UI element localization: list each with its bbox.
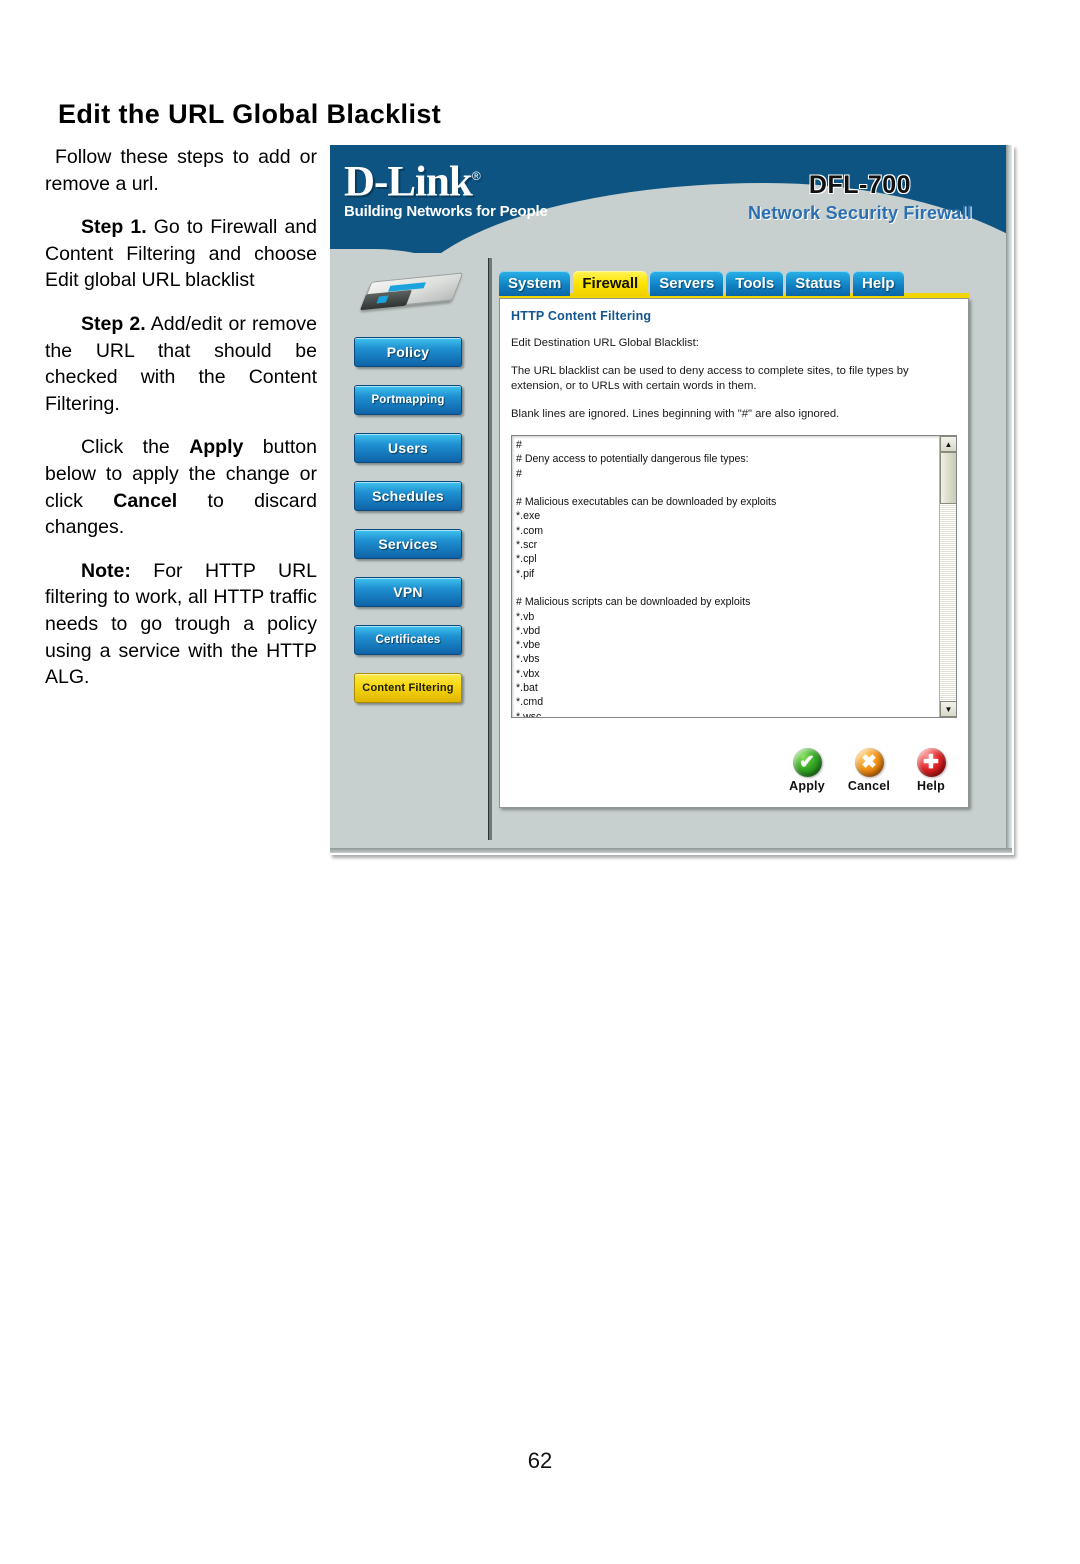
check-circle-icon: ✔ [792,748,822,777]
content-area: HTTP Content Filtering Edit Destination … [499,298,969,808]
tab-label: System [508,275,562,292]
model-number: DFL-700 [808,171,912,199]
content-panel: System Firewall Servers Tools Status Hel… [493,258,996,840]
sidebar-divider [488,258,492,840]
tab-label: Servers [659,275,715,292]
device-ui-screenshot: D-Link® Building Networks for People DFL… [330,145,1012,853]
section-hint: Blank lines are ignored. Lines beginning… [511,408,840,420]
sidebar-label: Certificates [375,634,441,646]
page-number: 62 [527,1448,553,1473]
instructions-column: Follow these steps to add or remove a ur… [45,144,317,691]
tab-bar: System Firewall Servers Tools Status Hel… [499,268,907,296]
apply-button-label: Apply [789,779,825,793]
click-pre-text: Click the [81,436,190,459]
plus-circle-icon: ✚ [916,748,946,777]
tab-label: Tools [735,275,775,292]
cancel-button-label: Cancel [847,779,891,793]
apply-emphasis: Apply [189,436,244,459]
sidebar-label: Content Filtering [362,682,454,694]
sidebar-item-schedules[interactable]: Schedules [354,481,462,511]
section-subtitle: Edit Destination URL Global Blacklist: [511,337,699,349]
tab-label: Status [795,275,842,292]
screenshot-right-bevel [1006,145,1012,853]
scroll-up-arrow-icon[interactable]: ▲ [940,436,956,452]
tab-tools[interactable]: Tools [726,271,784,296]
sidebar-item-certificates[interactable]: Certificates [354,625,462,655]
sidebar-item-portmapping[interactable]: Portmapping [354,385,462,415]
dlink-logo-text: D-Link [344,158,473,206]
scroll-down-arrow-icon[interactable]: ▼ [940,701,956,717]
tab-help[interactable]: Help [853,271,904,296]
section-title: HTTP Content Filtering [511,309,652,323]
instruction-step-1: Step 1. Go to Firewall and Content Filte… [45,214,317,294]
instruction-apply-cancel: Click the Apply button below to apply th… [45,434,317,540]
blacklist-textarea[interactable]: # # Deny access to potentially dangerous… [511,435,957,718]
cancel-emphasis: Cancel [113,489,178,512]
dlink-tagline: Building Networks for People [344,203,548,221]
section-description: The URL blacklist can be used to deny ac… [511,365,909,392]
tab-firewall[interactable]: Firewall [573,271,648,296]
dlink-logo: D-Link® Building Networks for People [344,153,548,221]
instruction-step-2: Step 2. Add/edit or remove the URL that … [45,311,317,417]
sidebar-item-content-filtering[interactable]: Content Filtering [354,673,462,703]
page-title: Edit the URL Global Blacklist [58,99,442,129]
scrollbar-thumb[interactable] [940,452,956,504]
tab-label: Firewall [582,275,639,292]
blacklist-textarea-content: # # Deny access to potentially dangerous… [516,439,777,718]
sidebar-label: Portmapping [371,394,445,406]
textarea-scrollbar[interactable]: ▲ ▼ [939,436,956,717]
model-block: DFL-700 Network Security Firewall [730,171,990,224]
firewall-device-image [358,265,466,321]
apply-button[interactable]: ✔ Apply [781,748,833,793]
instruction-note: Note: For HTTP URL filtering to work, al… [45,558,317,691]
note-label: Note: [81,559,131,582]
cancel-button[interactable]: ✖ Cancel [843,748,895,793]
sidebar-item-users[interactable]: Users [354,433,462,463]
sidebar-item-vpn[interactable]: VPN [354,577,462,607]
registered-trademark-icon: ® [471,169,481,183]
step-2-label: Step 2. [81,312,146,335]
action-buttons: ✔ Apply ✖ Cancel ✚ Help [781,748,957,793]
sidebar-label: Policy [386,344,430,360]
sidebar-item-services[interactable]: Services [354,529,462,559]
sidebar-label: Schedules [372,488,444,504]
sidebar-label: VPN [393,584,423,600]
tab-system[interactable]: System [499,271,571,296]
instruction-intro: Follow these steps to add or remove a ur… [45,146,317,195]
sidebar-item-policy[interactable]: Policy [354,337,462,367]
dlink-wordmark: D-Link® [344,153,540,205]
step-1-label: Step 1. [81,216,147,239]
tab-servers[interactable]: Servers [650,271,724,296]
sidebar-label: Users [388,440,428,456]
tab-status[interactable]: Status [786,271,851,296]
help-button-label: Help [917,779,945,793]
sidebar-label: Services [378,536,438,552]
model-subtitle: Network Security Firewall [747,203,973,223]
cross-circle-icon: ✖ [854,748,884,777]
screenshot-bottom-bevel [330,848,1012,853]
help-button[interactable]: ✚ Help [905,748,957,793]
tab-label: Help [862,275,895,292]
